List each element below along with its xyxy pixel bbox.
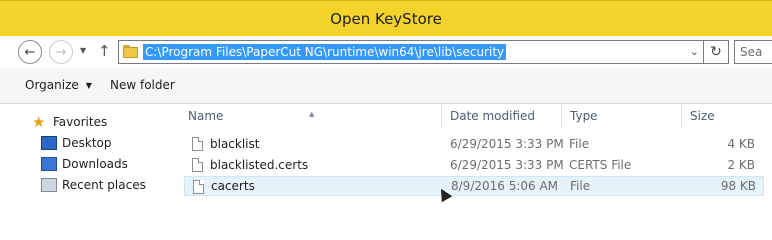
file-size: 4 KB — [727, 137, 755, 151]
back-arrow-icon: ← — [24, 44, 36, 60]
back-button[interactable]: ← — [18, 40, 42, 64]
new-folder-button[interactable]: New folder — [110, 78, 175, 92]
file-icon — [193, 180, 204, 194]
file-name: blacklist — [210, 137, 260, 151]
chevron-down-icon: ▼ — [80, 46, 87, 55]
downloads-icon — [41, 157, 57, 171]
organize-label: Organize — [25, 78, 79, 92]
address-path[interactable]: C:\Program Files\PaperCut NG\runtime\win… — [143, 44, 507, 60]
organize-button[interactable]: Organize ▼ — [25, 78, 92, 92]
file-icon — [192, 158, 203, 172]
file-list: ▲ Name Date modified Type Size blacklist… — [176, 104, 772, 213]
desktop-icon — [41, 136, 57, 150]
address-bar[interactable]: C:\Program Files\PaperCut NG\runtime\win… — [118, 40, 704, 64]
recent-places-icon — [41, 178, 57, 192]
nav-downloads-label: Downloads — [62, 157, 128, 171]
folder-icon — [123, 45, 138, 58]
file-size: 2 KB — [727, 158, 755, 172]
file-date: 6/29/2015 3:33 PM — [450, 137, 564, 151]
recent-locations-dropdown[interactable]: ▼ — [80, 46, 86, 55]
column-header-size[interactable]: Size — [682, 104, 772, 128]
up-button[interactable]: ↑ — [98, 42, 111, 60]
nav-recent-label: Recent places — [62, 178, 146, 192]
nav-desktop-label: Desktop — [62, 136, 112, 150]
search-input[interactable]: Sea — [734, 40, 772, 64]
refresh-icon: ↻ — [710, 44, 722, 60]
file-row-hovered[interactable]: cacerts 8/9/2016 5:06 AM File 98 KB — [184, 176, 764, 196]
address-row: ← → ▼ ↑ C:\Program Files\PaperCut NG\run… — [0, 36, 772, 68]
file-icon — [192, 137, 203, 151]
file-type: CERTS File — [569, 158, 632, 172]
column-header-name[interactable]: ▲ Name — [176, 104, 442, 128]
forward-button[interactable]: → — [49, 40, 73, 64]
column-header-type[interactable]: Type — [562, 104, 682, 128]
star-icon: ★ — [32, 113, 46, 131]
forward-arrow-icon: → — [55, 44, 67, 60]
sort-ascending-icon: ▲ — [309, 110, 315, 118]
file-type: File — [569, 137, 590, 151]
file-name: cacerts — [211, 179, 255, 193]
address-dropdown[interactable]: ⌄ — [690, 45, 699, 58]
file-size: 98 KB — [720, 179, 756, 193]
file-row[interactable]: blacklist 6/29/2015 3:33 PM File 4 KB — [184, 134, 764, 154]
file-date: 8/9/2016 5:06 AM — [451, 179, 559, 193]
navigation-pane: ★ Favorites Desktop Downloads Recent pla… — [0, 104, 176, 213]
title-bar[interactable]: Open KeyStore — [0, 0, 772, 36]
up-arrow-icon: ↑ — [98, 42, 111, 60]
nav-favorites-label: Favorites — [53, 115, 108, 129]
chevron-down-icon: ⌄ — [689, 45, 699, 58]
window-title: Open KeyStore — [330, 10, 442, 28]
refresh-button[interactable]: ↻ — [704, 40, 729, 64]
chevron-down-icon: ▼ — [85, 81, 92, 90]
file-type: File — [570, 179, 591, 193]
file-row[interactable]: blacklisted.certs 6/29/2015 3:33 PM CERT… — [184, 155, 764, 175]
column-name-label: Name — [188, 109, 224, 123]
file-date: 6/29/2015 3:33 PM — [450, 158, 564, 172]
column-header-row: ▲ Name Date modified Type Size — [176, 104, 772, 128]
command-bar: Organize ▼ New folder — [0, 68, 772, 104]
column-header-date[interactable]: Date modified — [442, 104, 562, 128]
file-name: blacklisted.certs — [210, 158, 309, 172]
